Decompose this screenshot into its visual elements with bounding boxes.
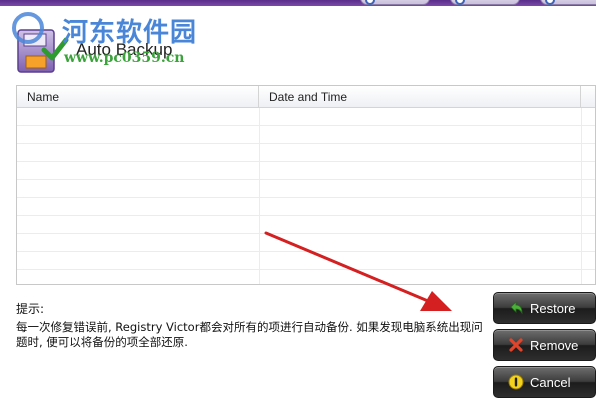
column-header-date-time[interactable]: Date and Time <box>259 86 581 108</box>
toolbar-button-1-icon <box>365 0 375 5</box>
backup-disk-icon <box>12 12 69 73</box>
table-row <box>17 198 595 216</box>
table-row <box>17 180 595 198</box>
hint-text: 每一次修复错误前, Registry Victor都会对所有的项进行自动备份. … <box>16 320 483 349</box>
hint-label: 提示: <box>16 302 45 316</box>
table-row <box>17 126 595 144</box>
annotation-arrow <box>264 231 452 311</box>
remove-button-label: Remove <box>530 337 579 353</box>
table-header: Name Date and Time <box>17 86 595 108</box>
table-row <box>17 108 595 126</box>
remove-x-icon <box>509 338 523 352</box>
toolbar-button-1[interactable] <box>360 0 430 5</box>
restore-button-label: Restore <box>530 300 576 316</box>
restore-button[interactable]: Restore <box>493 292 596 324</box>
restore-arrow-icon <box>510 301 523 315</box>
toolbar-button-2-icon <box>455 0 465 5</box>
cancel-button[interactable]: Cancel <box>493 366 596 398</box>
table-row <box>17 162 595 180</box>
toolbar-button-3-icon <box>545 0 555 5</box>
watermark-url: www.pc0359.cn <box>64 50 185 66</box>
column-header-name[interactable]: Name <box>17 86 259 108</box>
toolbar-button-2[interactable] <box>450 0 520 5</box>
remove-button[interactable]: Remove <box>493 329 596 361</box>
cancel-button-label: Cancel <box>530 374 571 390</box>
table-row <box>17 144 595 162</box>
cancel-icon <box>508 374 524 390</box>
toolbar-button-3[interactable] <box>540 0 596 5</box>
